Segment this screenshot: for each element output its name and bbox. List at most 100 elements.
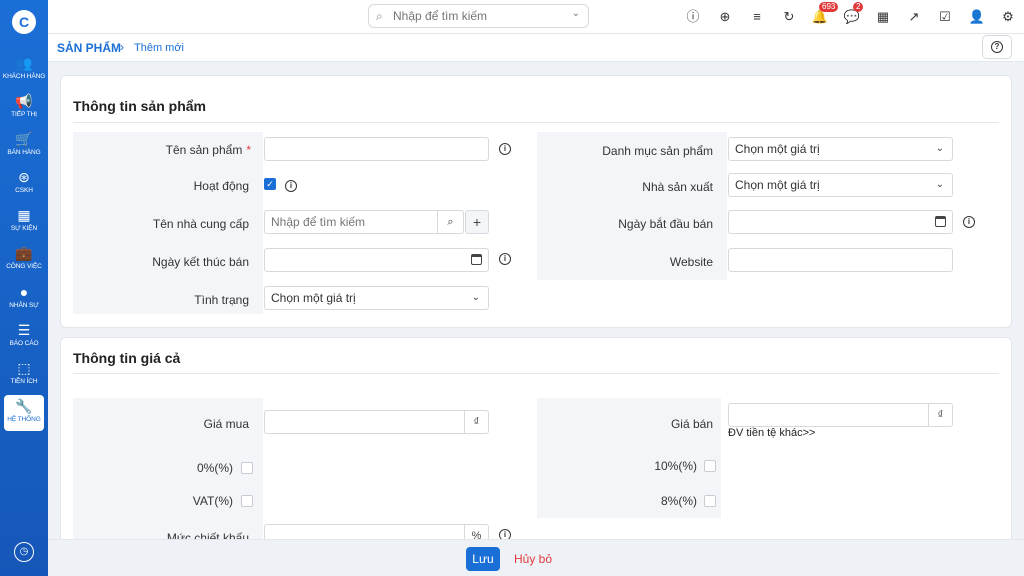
product-name-input[interactable] (265, 138, 488, 160)
chevron-down-icon: ⌄ (935, 179, 944, 190)
tax0-checkbox[interactable] (241, 462, 253, 474)
website-input[interactable] (729, 249, 952, 271)
cancel-button[interactable]: Hủy bỏ (514, 552, 552, 566)
user-icon[interactable]: 👤 (968, 8, 986, 26)
breadcrumb: SẢN PHẨM › Thêm mới ? (48, 34, 1024, 62)
calendar-icon[interactable] (464, 249, 488, 271)
global-search-input[interactable] (393, 8, 563, 24)
refresh-icon[interactable]: ↻ (780, 8, 798, 26)
chart-icon[interactable]: ↗ (905, 8, 923, 26)
megaphone-icon: 📢 (15, 93, 33, 109)
action-bar: Lưu Hủy bỏ (48, 539, 1024, 576)
manufacturer-select[interactable]: Chọn một giá trị ⌄ (728, 173, 953, 197)
sidebar-item-1[interactable]: 📢 TIẾP THỊ (2, 92, 46, 126)
tax0-label: 0%(%) (196, 461, 233, 475)
end-date-field[interactable] (264, 248, 489, 272)
sidebar-item-label: TIỆN ÍCH (10, 378, 38, 385)
sell-price-field[interactable]: ₫ (728, 403, 953, 427)
calendar-icon[interactable]: ▦ (874, 8, 892, 26)
status-label: Tình trạng (194, 293, 249, 307)
website-label: Website (669, 255, 713, 269)
discount-field[interactable]: % (264, 524, 489, 539)
info-icon[interactable]: i (499, 253, 511, 265)
active-checkbox[interactable]: ✓ (264, 178, 276, 190)
other-currency-link[interactable]: ĐV tiền tệ khác>> (728, 427, 815, 439)
lifebuoy-icon: ⊛ (18, 169, 30, 185)
start-date-label: Ngày bắt đầu bán (618, 217, 713, 231)
sidebar-item-7[interactable]: ☰ BÁO CÁO (2, 321, 46, 355)
end-date-label: Ngày kết thúc bán (152, 255, 249, 269)
category-select[interactable]: Chọn một giá trị ⌄ (728, 137, 953, 161)
sell-price-input[interactable] (729, 404, 952, 426)
clock-icon[interactable]: ◷ (14, 542, 34, 562)
product-info-card: Thông tin sản phẩm Tên sản phẩm * i Hoạt … (60, 75, 1012, 328)
chevron-down-icon[interactable]: ⌄ (572, 8, 580, 19)
save-button[interactable]: Lưu (466, 547, 500, 571)
sidebar-item-6[interactable]: ● NHÂN SỰ (2, 283, 46, 317)
bell-icon[interactable]: 🔔 693 (811, 2, 839, 26)
calendar-icon: ▦ (17, 207, 31, 223)
currency-addon: ₫ (464, 411, 488, 433)
add-icon[interactable]: ⊕ (716, 8, 734, 26)
content-area: Thông tin sản phẩm Tên sản phẩm * i Hoạt … (48, 63, 1024, 539)
users-icon: 👥 (15, 55, 33, 71)
global-search[interactable]: ⌕ ⌄ (368, 4, 589, 28)
sidebar-item-4[interactable]: ▦ SỰ KIỆN (2, 206, 46, 240)
sidebar-item-5[interactable]: 💼 CÔNG VIỆC (2, 244, 46, 278)
sidebar-item-2[interactable]: 🛒 BÁN HÀNG (2, 130, 46, 164)
sidebar-item-label: SỰ KIỆN (10, 225, 38, 232)
settings-icon[interactable]: ⚙ (999, 8, 1017, 26)
percent-addon: % (464, 525, 488, 539)
chevron-down-icon: ⌄ (935, 143, 944, 154)
tax10-checkbox[interactable] (704, 460, 716, 472)
sidebar-item-label: KHÁCH HÀNG (2, 73, 46, 80)
search-icon[interactable]: ⌕ (437, 211, 463, 233)
product-name-label: Tên sản phẩm * (165, 143, 251, 157)
manufacturer-value: Chọn một giá trị (735, 178, 820, 192)
top-bar: ⌕ ⌄ ⓘ ⊕ ≡ ↻ 🔔693 💬2 ▦ ↗ ☑ 👤 ⚙ (48, 0, 1024, 34)
sidebar-item-3[interactable]: ⊛ CSKH (2, 168, 46, 202)
divider (73, 122, 999, 123)
status-select[interactable]: Chọn một giá trị ⌄ (264, 286, 489, 310)
discount-input[interactable] (265, 525, 488, 539)
buy-price-field[interactable]: ₫ (264, 410, 489, 434)
breadcrumb-main[interactable]: SẢN PHẨM (57, 41, 121, 55)
start-date-field[interactable] (728, 210, 953, 234)
supplier-search-input[interactable] (265, 211, 463, 233)
sidebar-item-label: CSKH (15, 187, 33, 194)
buy-price-input[interactable] (265, 411, 488, 433)
vat-checkbox[interactable] (241, 495, 253, 507)
supplier-search-field[interactable]: ⌕ (264, 210, 464, 234)
alert-icon[interactable]: ⓘ (684, 8, 702, 26)
list-icon[interactable]: ≡ (748, 8, 766, 26)
logo-c-icon[interactable]: C (12, 10, 36, 34)
product-name-field[interactable] (264, 137, 489, 161)
website-field[interactable] (728, 248, 953, 272)
sidebar-item-label: TIẾP THỊ (11, 111, 37, 118)
chevron-down-icon: ⌄ (471, 292, 480, 303)
end-date-input[interactable] (265, 249, 488, 271)
tax8-checkbox[interactable] (704, 495, 716, 507)
chat-icon[interactable]: 💬 2 (843, 2, 864, 26)
cart-icon: 🛒 (15, 131, 33, 147)
product-info-title: Thông tin sản phẩm (73, 98, 206, 114)
sidebar-item-8[interactable]: ⬚ TIỆN ÍCH (2, 359, 46, 393)
calendar-icon[interactable] (928, 211, 952, 233)
price-info-title: Thông tin giá cả (73, 350, 181, 366)
supplier-label: Tên nhà cung cấp (152, 217, 249, 231)
info-icon[interactable]: i (499, 143, 511, 155)
sidebar-item-9[interactable]: 🔧 HỆ THỐNG (4, 395, 44, 431)
info-icon[interactable]: i (963, 216, 975, 228)
info-icon[interactable]: i (285, 180, 297, 192)
info-icon[interactable]: i (499, 529, 511, 539)
sidebar-item-0[interactable]: 👥 KHÁCH HÀNG (2, 54, 46, 88)
breadcrumb-current: Thêm mới (134, 42, 184, 54)
divider (73, 373, 999, 374)
boxes-icon: ⬚ (17, 360, 31, 376)
add-supplier-button[interactable]: + (465, 210, 489, 234)
search-icon: ⌕ (376, 9, 383, 23)
help-button[interactable]: ? (982, 35, 1012, 59)
check-icon[interactable]: ☑ (936, 8, 954, 26)
start-date-input[interactable] (729, 211, 952, 233)
category-label: Danh mục sản phẩm (602, 144, 713, 158)
